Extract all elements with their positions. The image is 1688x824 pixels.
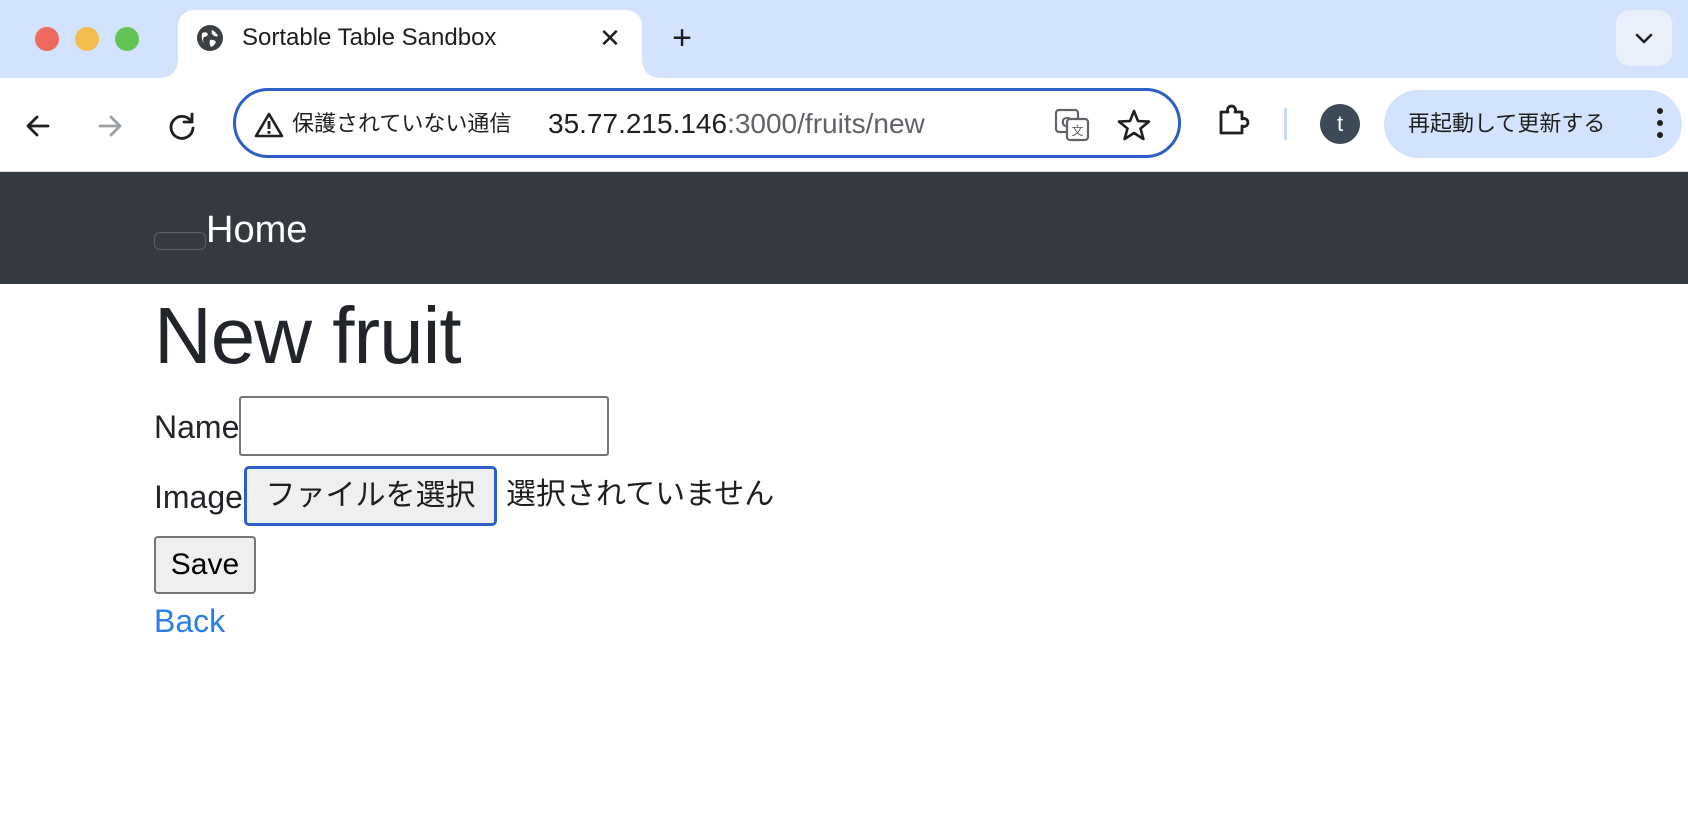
window-close-button[interactable] — [35, 27, 59, 51]
more-menu-icon[interactable] — [1656, 104, 1664, 144]
site-navbar: Home — [0, 172, 1688, 284]
url-host: 35.77.215.146 — [548, 108, 728, 139]
browser-toolbar: 保護されていない通信 35.77.215.146:3000/fruits/new… — [0, 78, 1688, 172]
browser-tab-strip: Sortable Table Sandbox ✕ + — [0, 0, 1688, 78]
name-label: Name — [154, 409, 240, 445]
profile-avatar[interactable]: t — [1320, 104, 1360, 144]
page-title: New fruit — [154, 291, 462, 380]
warning-icon[interactable] — [254, 111, 284, 139]
new-tab-button[interactable]: + — [666, 20, 698, 56]
browser-tab-active[interactable]: Sortable Table Sandbox ✕ — [162, 10, 658, 78]
forward-arrow-icon[interactable] — [90, 106, 130, 146]
translate-icon[interactable]: G 文 — [1054, 107, 1090, 143]
image-label: Image — [154, 479, 243, 515]
address-bar[interactable]: 保護されていない通信 35.77.215.146:3000/fruits/new… — [233, 88, 1181, 158]
url-text[interactable]: 35.77.215.146:3000/fruits/new — [548, 108, 925, 140]
restart-to-update-button[interactable]: 再起動して更新する — [1384, 90, 1682, 158]
bookmark-star-icon[interactable] — [1116, 107, 1152, 143]
name-input[interactable] — [239, 396, 609, 456]
tab-search-button[interactable] — [1616, 10, 1672, 66]
back-link[interactable]: Back — [154, 602, 225, 640]
tab-title: Sortable Table Sandbox — [242, 24, 497, 51]
reload-icon[interactable] — [162, 106, 202, 146]
choose-file-button[interactable]: ファイルを選択 — [244, 466, 497, 526]
back-arrow-icon[interactable] — [18, 106, 58, 146]
svg-text:文: 文 — [1071, 123, 1083, 138]
globe-icon — [197, 25, 223, 51]
security-status-label[interactable]: 保護されていない通信 — [292, 111, 511, 137]
window-zoom-button[interactable] — [115, 27, 139, 51]
navbar-toggler-button[interactable] — [154, 232, 206, 250]
toolbar-divider — [1284, 108, 1287, 140]
url-path: :3000/fruits/new — [727, 108, 925, 139]
update-button-label: 再起動して更新する — [1408, 111, 1606, 136]
window-minimize-button[interactable] — [75, 27, 99, 51]
navbar-home-link[interactable]: Home — [206, 208, 307, 252]
file-status-text: 選択されていません — [506, 477, 775, 512]
tab-close-icon[interactable]: ✕ — [596, 24, 624, 52]
chevron-down-icon — [1635, 33, 1653, 44]
extensions-puzzle-icon[interactable] — [1214, 100, 1254, 140]
save-button[interactable]: Save — [154, 536, 256, 594]
